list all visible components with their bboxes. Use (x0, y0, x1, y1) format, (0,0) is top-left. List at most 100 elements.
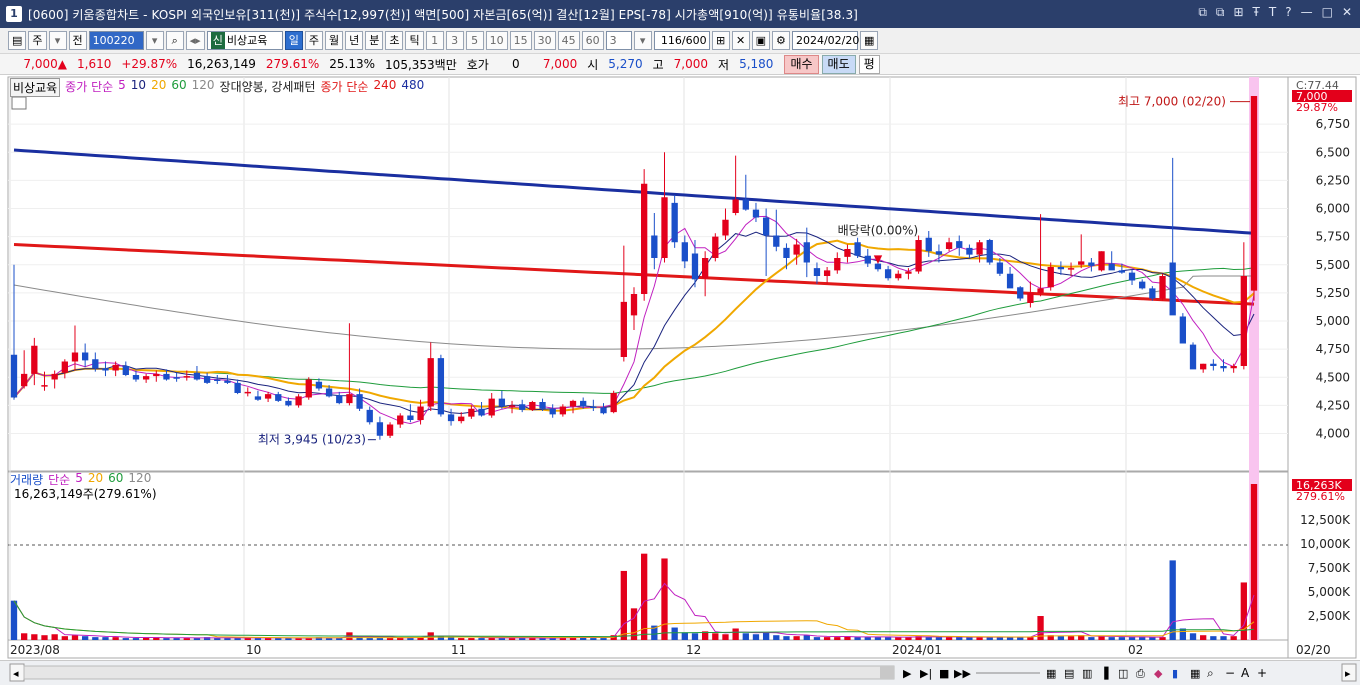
stock-code-input[interactable]: 100220 (88, 31, 144, 50)
chart-menu-icon[interactable]: ▤ (8, 31, 27, 50)
step-forward-icon[interactable]: ▶| (920, 667, 932, 680)
candle-body (529, 402, 536, 410)
print-icon[interactable]: ⎙ (1136, 667, 1145, 680)
settings-icon[interactable]: ⚙ (771, 31, 790, 50)
legend-ma2-label[interactable]: 종가 단순 (321, 78, 369, 97)
compare-icon[interactable]: ◫ (1118, 667, 1128, 680)
legend-ma10[interactable]: 10 (131, 78, 146, 97)
candle-body (610, 393, 617, 413)
color-icon[interactable]: ◆ (1154, 667, 1163, 680)
tab-daily[interactable]: 일 (284, 31, 303, 50)
buy-button[interactable]: 매수 (784, 54, 819, 74)
volume-bar (691, 633, 699, 640)
candle-body (275, 394, 282, 401)
date-tick-label: 2023/08 (10, 643, 60, 657)
table-icon[interactable]: ▤ (1064, 667, 1074, 680)
crosshair-icon[interactable]: ✕ (731, 31, 750, 50)
candle-body (1006, 273, 1014, 289)
grid-toggle-icon[interactable] (11, 96, 27, 110)
legend-ma480[interactable]: 480 (401, 78, 424, 97)
chart-scrollbar[interactable] (23, 665, 895, 680)
split-icon[interactable]: ▥ (1082, 667, 1092, 680)
volume-bar (102, 637, 109, 640)
play-icon[interactable]: ▶ (903, 667, 912, 680)
candle-body (681, 242, 688, 262)
interval-input[interactable]: 3 (605, 31, 632, 50)
minimize-icon[interactable]: — (1301, 5, 1313, 20)
interval-60[interactable]: 60 (581, 31, 604, 50)
price-legend: 비상교육 종가 단순 5 10 20 60 120 장대양봉, 강세패턴 종가 … (10, 78, 424, 97)
tab-weekly[interactable]: 주 (304, 31, 323, 50)
help-icon[interactable]: ? (1285, 5, 1291, 20)
code-dropdown-icon[interactable]: ▾ (145, 31, 164, 50)
indicator-icon[interactable]: ⊞ (711, 31, 730, 50)
legend-ma120[interactable]: 120 (192, 78, 215, 97)
date-tick-label: 02/20 (1296, 643, 1331, 657)
period-dropdown-icon[interactable]: ▾ (48, 31, 67, 50)
search-icon[interactable]: ⌕ (165, 31, 184, 50)
close-icon[interactable]: ✕ (1342, 5, 1352, 20)
candle-body (630, 294, 638, 316)
calendar-icon[interactable]: ▦ (859, 31, 879, 50)
prev-button[interactable]: 전 (68, 31, 87, 50)
period-type-select[interactable]: 주 (28, 31, 47, 50)
tab-minute[interactable]: 분 (365, 31, 384, 50)
sell-button[interactable]: 매도 (821, 54, 856, 74)
legend-ma240[interactable]: 240 (373, 78, 396, 97)
interval-3[interactable]: 3 (445, 31, 464, 50)
save-icon[interactable]: ▣ (751, 31, 770, 50)
plus-icon[interactable]: + (1257, 666, 1267, 680)
chart-canvas[interactable]: 2023/08 10 11 12 2024/01 02 02/20 6,750 6,500 6,2… (0, 76, 1360, 662)
interval-1[interactable]: 1 (425, 31, 444, 50)
text-icon[interactable]: T (1269, 5, 1276, 20)
legend-ma60[interactable]: 60 (171, 78, 186, 97)
volume-bar (956, 637, 963, 640)
tab-tick[interactable]: 틱 (405, 31, 424, 50)
tab-yearly[interactable]: 년 (345, 31, 364, 50)
grid-icon[interactable]: ▦ (1190, 667, 1200, 680)
maximize-icon[interactable]: □ (1322, 5, 1333, 20)
scrollbar-thumb[interactable] (880, 666, 894, 679)
turnover-value: 25.13% (329, 57, 376, 71)
volume-bar (661, 558, 668, 640)
interval-45[interactable]: 45 (557, 31, 580, 50)
speaker-icon[interactable]: ◂▸ (185, 31, 205, 50)
date-input[interactable]: 2024/02/20 (791, 31, 859, 50)
tab-monthly[interactable]: 월 (324, 31, 344, 50)
text-tool-icon[interactable]: A (1241, 666, 1250, 680)
volume-icon[interactable]: ▮ (1172, 667, 1178, 680)
low-annotation: 최저 3,945 (10/23) (258, 433, 366, 447)
zoom-icon[interactable]: ⌕ (1207, 666, 1214, 680)
candle-body (1230, 366, 1237, 369)
data-count-field[interactable]: 116/600 (653, 31, 710, 50)
copy-icon[interactable]: ⧉ (1216, 5, 1225, 20)
legend-ma-label[interactable]: 종가 단순 (65, 78, 113, 97)
candle-body (580, 400, 587, 407)
legend-ma5[interactable]: 5 (118, 78, 126, 97)
interval-dropdown-icon[interactable]: ▾ (633, 31, 652, 50)
minus-icon[interactable]: − (1225, 666, 1235, 680)
candle-body (427, 358, 434, 407)
font-icon[interactable]: Ŧ (1253, 5, 1260, 20)
legend-pattern[interactable]: 장대양봉, 강세패턴 (220, 78, 316, 97)
interval-5[interactable]: 5 (465, 31, 484, 50)
price-tick-label: 6,000 (1316, 202, 1350, 216)
interval-30[interactable]: 30 (533, 31, 556, 50)
layout-icon[interactable]: ▦ (1046, 667, 1056, 680)
volume-bar (386, 638, 394, 640)
legend-ma20[interactable]: 20 (151, 78, 166, 97)
candle-body (712, 236, 719, 258)
link-icon[interactable]: ⧉ (1198, 5, 1207, 20)
stop-icon[interactable]: ■ (939, 667, 949, 680)
fast-forward-icon[interactable]: ▶▶ (954, 667, 971, 680)
candle-body (773, 235, 780, 247)
average-button[interactable]: 평 (858, 54, 880, 74)
tab-second[interactable]: 초 (385, 31, 404, 50)
bar-icon[interactable]: ▐ (1100, 666, 1109, 680)
stock-name-field[interactable]: 신 비상교육 (206, 31, 283, 50)
interval-10[interactable]: 10 (485, 31, 508, 50)
legend-stock-name[interactable]: 비상교육 (10, 78, 61, 97)
layout-icon[interactable]: ⊞ (1233, 5, 1243, 20)
interval-15[interactable]: 15 (509, 31, 532, 50)
price-tick-label: 6,500 (1316, 145, 1350, 159)
